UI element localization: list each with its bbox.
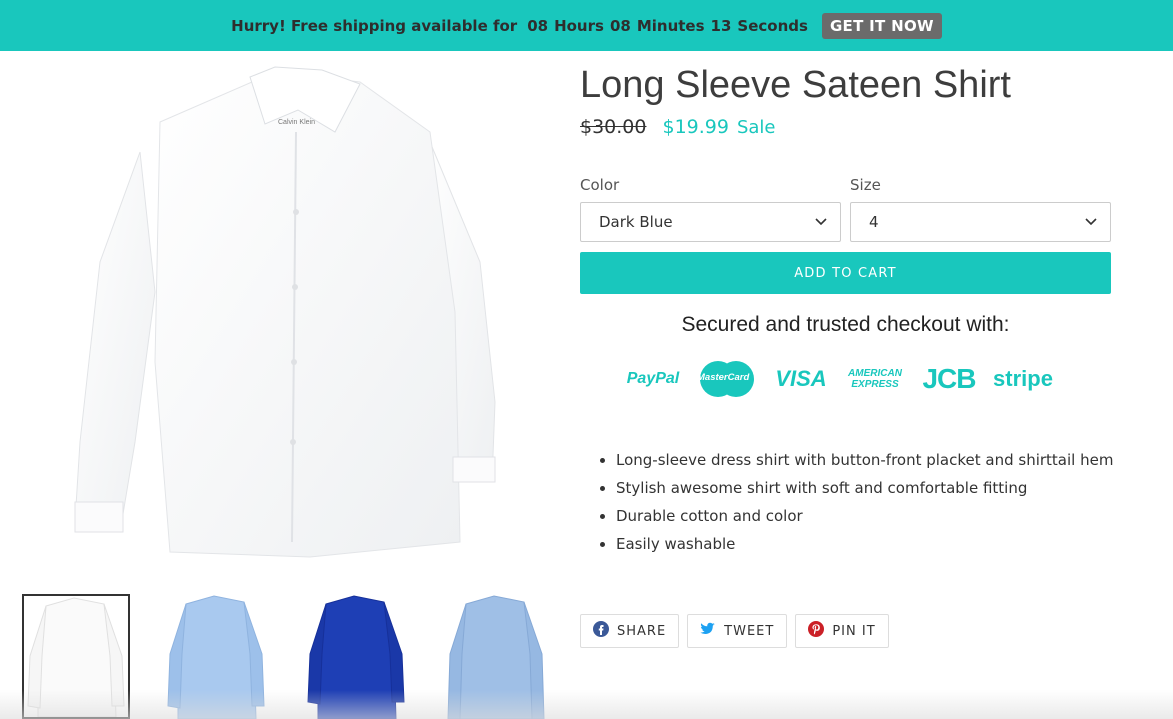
seconds-count: 13 xyxy=(710,16,732,35)
size-select[interactable]: 4 xyxy=(850,202,1111,242)
size-label: Size xyxy=(850,176,881,194)
color-select-value: Dark Blue xyxy=(599,213,673,231)
banner-text: Hurry! Free shipping available for xyxy=(231,16,518,35)
banner-content: Hurry! Free shipping available for 08 Ho… xyxy=(231,12,942,39)
countdown-banner: Hurry! Free shipping available for 08 Ho… xyxy=(0,0,1173,51)
feature-list: Long-sleeve dress shirt with button-fron… xyxy=(580,448,1156,560)
share-buttons: SHARE TWEET PIN IT xyxy=(580,614,889,648)
chevron-down-icon xyxy=(1084,213,1098,235)
list-item: Durable cotton and color xyxy=(616,504,1156,528)
jcb-icon: JCB xyxy=(922,363,976,394)
minutes-count: 08 xyxy=(609,16,631,35)
size-select-value: 4 xyxy=(869,213,879,231)
mastercard-icon: MasterCard xyxy=(696,355,758,403)
price-row: $30.00 $19.99 Sale xyxy=(580,116,776,138)
twitter-icon xyxy=(700,622,716,640)
product-title: Long Sleeve Sateen Shirt xyxy=(580,64,1011,106)
minutes-label: Minutes xyxy=(636,16,705,35)
hours-count: 08 xyxy=(527,16,549,35)
add-to-cart-button[interactable]: ADD TO CART xyxy=(580,252,1111,294)
payment-icons: PayPal MasterCard VISA AMERICAN EXPRESS … xyxy=(622,355,1054,403)
list-item: Long-sleeve dress shirt with button-fron… xyxy=(616,448,1156,472)
list-item: Easily washable xyxy=(616,532,1156,556)
get-it-now-button[interactable]: GET IT NOW xyxy=(821,12,942,39)
sale-price: $19.99 xyxy=(662,116,729,138)
svg-text:Calvin Klein: Calvin Klein xyxy=(278,119,315,126)
main-product-image: Calvin Klein xyxy=(60,62,520,562)
stripe-icon: stripe xyxy=(993,366,1053,391)
list-item: Stylish awesome shirt with soft and comf… xyxy=(616,476,1156,500)
pinterest-share-label: PIN IT xyxy=(832,623,876,639)
color-select[interactable]: Dark Blue xyxy=(580,202,841,242)
color-label: Color xyxy=(580,176,620,194)
facebook-icon xyxy=(593,621,609,641)
sale-label: Sale xyxy=(736,117,776,138)
paypal-icon: PayPal xyxy=(626,370,680,387)
regular-price: $30.00 xyxy=(580,116,647,138)
bottom-shadow xyxy=(0,690,1173,719)
twitter-share-button[interactable]: TWEET xyxy=(687,614,788,648)
pinterest-icon xyxy=(808,621,825,641)
seconds-label: Seconds xyxy=(737,16,808,35)
facebook-share-button[interactable]: SHARE xyxy=(580,614,680,648)
visa-icon: VISA xyxy=(775,366,827,391)
twitter-share-label: TWEET xyxy=(724,623,775,639)
secured-checkout-heading: Secured and trusted checkout with: xyxy=(681,313,1010,336)
hours-label: Hours xyxy=(554,16,604,35)
amex-icon: AMERICAN EXPRESS xyxy=(848,368,902,390)
pinterest-share-button[interactable]: PIN IT xyxy=(795,614,889,648)
facebook-share-label: SHARE xyxy=(617,623,667,639)
chevron-down-icon xyxy=(814,213,828,235)
